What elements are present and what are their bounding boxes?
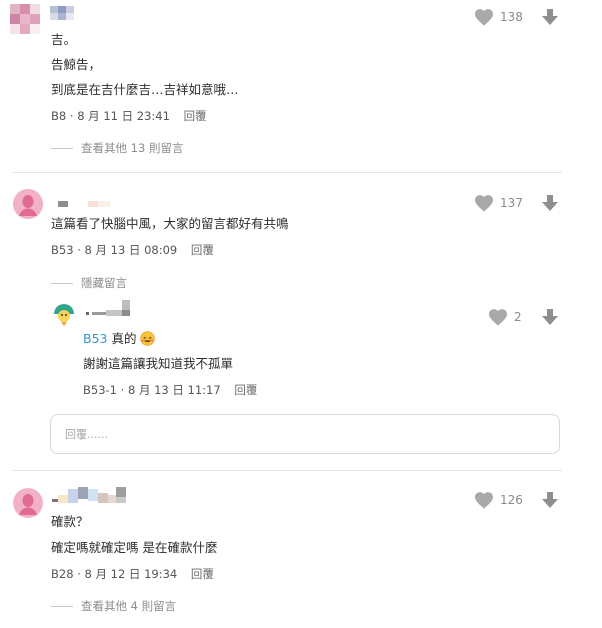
comment-date: 8 月 11 日 23:41 bbox=[77, 109, 170, 123]
like-group: 137 bbox=[474, 194, 523, 212]
comment-3: 126 確款？ 確定嗎就確定嗎 是在確款什麼 B28 · 8 月 12 日 19… bbox=[0, 471, 602, 628]
comment-line: 告鯨告， bbox=[51, 57, 102, 72]
floor-number: B28 bbox=[51, 567, 74, 581]
dash-divider bbox=[51, 605, 73, 607]
user-silhouette-icon bbox=[13, 488, 43, 518]
hide-replies-label: 隱藏留言 bbox=[81, 276, 127, 290]
heart-icon[interactable] bbox=[474, 491, 494, 509]
user-silhouette-icon bbox=[13, 189, 43, 219]
like-group: 2 bbox=[488, 308, 536, 326]
reply-button[interactable]: 回覆 bbox=[191, 243, 214, 257]
comment-line: 這篇看了快腦中風，大家的留言都好有共鳴 bbox=[51, 216, 289, 231]
like-count: 2 bbox=[514, 310, 522, 324]
reply-date: 8 月 13 日 11:17 bbox=[127, 383, 221, 397]
comment-meta: B28 · 8 月 12 日 19:34 回覆 bbox=[51, 567, 214, 581]
meta-separator: · bbox=[77, 567, 85, 581]
comment-meta: B8 · 8 月 11 日 23:41 回覆 bbox=[51, 109, 207, 123]
comment-line: 吉。 bbox=[51, 32, 77, 47]
username-redacted bbox=[50, 6, 74, 20]
avatar[interactable] bbox=[10, 4, 40, 34]
hide-replies-link[interactable]: 隱藏留言 bbox=[51, 275, 127, 291]
like-group: 126 bbox=[474, 491, 523, 509]
avatar[interactable] bbox=[51, 302, 77, 328]
comment-meta: B53 · 8 月 13 日 08:09 回覆 bbox=[51, 243, 214, 257]
heart-icon[interactable] bbox=[488, 308, 508, 326]
dash-divider bbox=[51, 282, 73, 284]
view-more-label: 查看其他 4 則留言 bbox=[81, 599, 177, 613]
like-count: 137 bbox=[500, 196, 523, 210]
meta-separator: · bbox=[77, 243, 85, 257]
view-more-replies-link[interactable]: 查看其他 13 則留言 bbox=[51, 140, 183, 156]
floor-number: B53-1 bbox=[83, 383, 117, 397]
reply-button[interactable]: 回覆 bbox=[234, 383, 257, 397]
reply-meta: B53-1 · 8 月 13 日 11:17 回覆 bbox=[83, 383, 257, 397]
comment-date: 8 月 13 日 08:09 bbox=[84, 243, 178, 257]
like-count: 138 bbox=[500, 10, 523, 24]
arrow-down-icon[interactable] bbox=[541, 308, 559, 326]
comment-1: 138 吉。 告鯨告， 到底是在吉什麼吉…吉祥如意哦… B8 · 8 月 11 … bbox=[0, 0, 602, 172]
arrow-down-icon[interactable] bbox=[541, 491, 559, 509]
like-group: 138 bbox=[474, 8, 523, 26]
comment-line: 確定嗎就確定嗎 是在確款什麼 bbox=[51, 540, 218, 555]
arrow-down-icon[interactable] bbox=[541, 8, 559, 26]
reply-line-mention: B53 真的 bbox=[83, 331, 156, 347]
arrow-down-icon[interactable] bbox=[541, 194, 559, 212]
laughing-emoji-icon bbox=[140, 331, 156, 346]
floor-number: B8 bbox=[51, 109, 67, 123]
heart-icon[interactable] bbox=[474, 194, 494, 212]
username-redacted bbox=[86, 300, 136, 316]
reply-line: 謝謝這篇讓我知道我不孤單 bbox=[83, 356, 234, 371]
reply-button[interactable]: 回覆 bbox=[191, 567, 214, 581]
meta-separator: · bbox=[120, 383, 128, 397]
nested-reply: 2 B53 真的 謝謝這篇讓我知道我不孤單 B53-1 · 8 月 13 日 1… bbox=[48, 298, 568, 398]
heart-icon[interactable] bbox=[474, 8, 494, 26]
username-redacted bbox=[58, 200, 110, 208]
comment-line: 確款？ bbox=[51, 514, 89, 529]
floor-mention-link[interactable]: B53 bbox=[83, 331, 107, 346]
floor-number: B53 bbox=[51, 243, 74, 257]
view-more-replies-link[interactable]: 查看其他 4 則留言 bbox=[51, 598, 176, 614]
reply-button[interactable]: 回覆 bbox=[184, 109, 207, 123]
bird-avatar-icon bbox=[51, 302, 77, 328]
mention-text: 真的 bbox=[111, 331, 137, 346]
comment-date: 8 月 12 日 19:34 bbox=[84, 567, 178, 581]
username-redacted bbox=[52, 487, 126, 503]
avatar[interactable] bbox=[13, 189, 43, 219]
avatar[interactable] bbox=[13, 488, 43, 518]
dash-divider bbox=[51, 147, 73, 149]
reply-input[interactable] bbox=[50, 414, 560, 454]
comment-line: 到底是在吉什麼吉…吉祥如意哦… bbox=[51, 82, 239, 97]
like-count: 126 bbox=[500, 493, 523, 507]
view-more-label: 查看其他 13 則留言 bbox=[81, 141, 184, 155]
